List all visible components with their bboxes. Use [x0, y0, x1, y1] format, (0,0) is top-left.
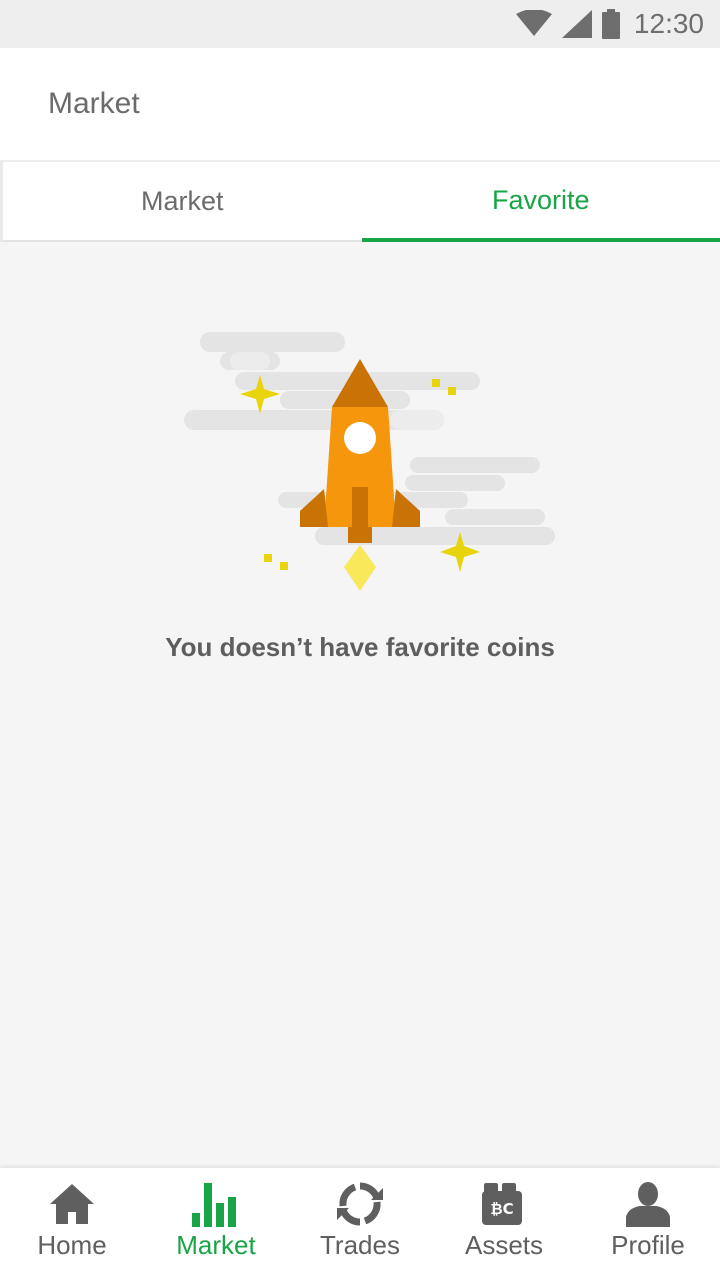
nav-market[interactable]: Market	[144, 1168, 288, 1280]
status-time: 12:30	[633, 8, 704, 39]
rocket-illustration	[180, 327, 560, 602]
wallet-icon: ₿C	[478, 1180, 530, 1228]
app-bar: Market	[0, 48, 720, 160]
status-bar: 12:30	[0, 0, 720, 48]
battery-icon	[601, 9, 620, 39]
tab-favorite-label: Favorite	[491, 184, 590, 215]
nav-home[interactable]: Home	[0, 1168, 144, 1280]
svg-text:₿C: ₿C	[490, 1200, 513, 1218]
person-icon	[622, 1180, 674, 1228]
tab-market-label: Market	[140, 185, 224, 216]
empty-state-message: You doesn’t have favorite coins	[165, 632, 555, 662]
tab-favorite[interactable]: Favorite	[361, 162, 720, 242]
market-favorite-screen: 12:30 Market Market Favorite You doesn’t…	[0, 0, 720, 1280]
nav-market-label: Market	[176, 1230, 256, 1260]
nav-trades[interactable]: Trades	[288, 1168, 432, 1280]
favorites-content: You doesn’t have favorite coins	[0, 242, 720, 1168]
home-icon	[46, 1180, 98, 1228]
signal-icon	[561, 10, 592, 38]
nav-home-label: Home	[37, 1230, 107, 1260]
nav-profile-label: Profile	[611, 1230, 685, 1260]
nav-profile[interactable]: Profile	[576, 1168, 720, 1280]
nav-assets[interactable]: ₿C Assets	[432, 1168, 576, 1280]
wifi-icon	[515, 10, 552, 38]
sync-icon	[334, 1180, 386, 1228]
bottom-navigation: Home Market Trades ₿C Assets Profile	[0, 1168, 720, 1280]
nav-trades-label: Trades	[320, 1230, 400, 1260]
bar-chart-icon	[190, 1180, 242, 1228]
page-title: Market	[48, 87, 140, 120]
tab-bar: Market Favorite	[0, 160, 720, 242]
nav-assets-label: Assets	[464, 1230, 544, 1260]
tab-market[interactable]: Market	[0, 162, 362, 242]
